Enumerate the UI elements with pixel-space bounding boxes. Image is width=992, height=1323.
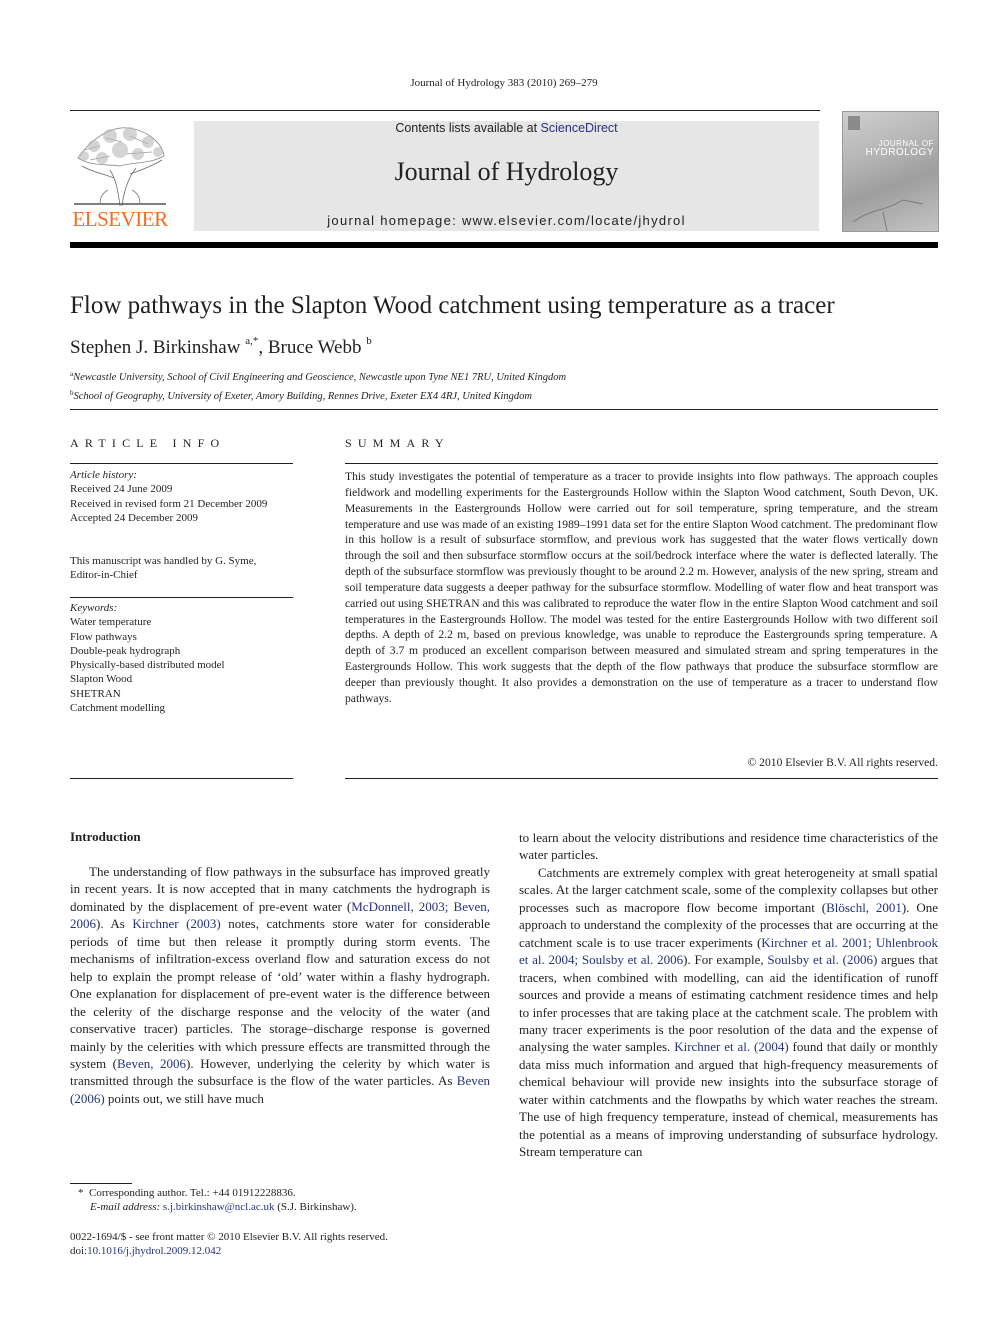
divider	[345, 778, 938, 779]
journal-homepage: journal homepage: www.elsevier.com/locat…	[194, 213, 819, 228]
affiliation-item: bSchool of Geography, University of Exet…	[70, 386, 566, 405]
header-rule	[70, 110, 820, 111]
author-separator: ,	[258, 337, 268, 358]
divider	[70, 597, 293, 598]
author-list: Stephen J. Birkinshaw a,*, Bruce Webb b	[70, 335, 372, 359]
summary-text: This study investigates the potential of…	[345, 470, 938, 705]
issn-line: 0022-1694/$ - see front matter © 2010 El…	[70, 1231, 388, 1243]
citation-link[interactable]: Blöschl, 2001	[826, 900, 902, 915]
text-run: points out, we still have much	[104, 1090, 264, 1106]
journal-cover-thumbnail[interactable]: JOURNAL OF HYDROLOGY	[842, 111, 939, 232]
corresponding-author-footnote: * Corresponding author. Tel.: +44 019122…	[70, 1186, 490, 1215]
affiliations: aNewcastle University, School of Civil E…	[70, 367, 566, 404]
keyword-item: Flow pathways	[70, 630, 137, 643]
footnote-rule	[70, 1183, 132, 1184]
copyright-notice: © 2010 Elsevier B.V. All rights reserved…	[747, 756, 938, 769]
text-run: notes, catchments store water for consid…	[70, 916, 491, 1071]
citation-link[interactable]: Soulsby et al. (2006)	[767, 952, 877, 967]
handled-by-note: This manuscript was handled by G. Syme, …	[70, 554, 300, 583]
contents-line: Contents lists available at ScienceDirec…	[194, 121, 819, 135]
running-head: Journal of Hydrology 383 (2010) 269–279	[410, 77, 598, 89]
author-name[interactable]: Bruce Webb	[268, 337, 362, 358]
text-run: found that daily or monthly data miss mu…	[519, 1039, 938, 1160]
author-affiliation-marker[interactable]: a,*	[245, 335, 258, 347]
author-name[interactable]: Stephen J. Birkinshaw	[70, 337, 240, 358]
elsevier-wordmark: ELSEVIER	[72, 207, 168, 231]
header-thick-rule	[70, 242, 938, 248]
affiliation-text: Newcastle University, School of Civil En…	[73, 372, 567, 383]
divider	[345, 463, 938, 464]
keyword-item: Water temperature	[70, 616, 152, 629]
history-item: Received in revised form 21 December 200…	[70, 497, 268, 510]
footnote-text: Corresponding author. Tel.: +44 01912228…	[89, 1187, 296, 1199]
email-label: E-mail address:	[90, 1201, 163, 1214]
article-history: Article history: Received 24 June 2009 R…	[70, 468, 300, 525]
homepage-label: journal homepage:	[327, 213, 462, 228]
keyword-item: Physically-based distributed model	[70, 659, 225, 672]
citation-link[interactable]: Kirchner et al. (2004)	[674, 1039, 788, 1054]
affiliation-item: aNewcastle University, School of Civil E…	[70, 367, 566, 386]
keyword-item: Double-peak hydrograph	[70, 644, 181, 657]
elsevier-tree-icon	[74, 127, 166, 207]
cover-crack-pattern-icon	[852, 199, 924, 231]
history-item: Received 24 June 2009	[70, 483, 173, 496]
section-heading-introduction: Introduction	[70, 829, 141, 844]
homepage-url[interactable]: www.elsevier.com/locate/jhydrol	[462, 213, 686, 228]
doi-label: doi:	[70, 1245, 88, 1258]
history-label: Article history:	[70, 469, 137, 481]
keyword-item: Catchment modelling	[70, 702, 166, 715]
article-info-heading: ARTICLE INFO	[70, 436, 226, 450]
text-run: ). As	[96, 916, 133, 932]
paragraph: Catchments are extremely complex with gr…	[519, 864, 938, 1161]
sciencedirect-link[interactable]: ScienceDirect	[541, 121, 618, 135]
history-item: Accepted 24 December 2009	[70, 511, 198, 524]
body-column-left: The understanding of flow pathways in th…	[70, 863, 490, 1107]
email-suffix: (S.J. Birkinshaw).	[274, 1201, 357, 1214]
handled-line: Editor-in-Chief	[70, 569, 138, 582]
keyword-item: Slapton Wood	[70, 673, 133, 686]
citation-link[interactable]: Beven, 2006	[117, 1056, 186, 1071]
paragraph: The understanding of flow pathways in th…	[70, 863, 490, 1107]
email-link[interactable]: s.j.birkinshaw@ncl.ac.uk	[163, 1201, 275, 1213]
article-title: Flow pathways in the Slapton Wood catchm…	[70, 292, 835, 319]
doi-link[interactable]: 10.1016/j.jhydrol.2009.12.042	[87, 1245, 221, 1257]
handled-line: This manuscript was handled by G. Syme,	[70, 555, 257, 567]
affiliation-text: School of Geography, University of Exete…	[73, 390, 533, 402]
citation-link[interactable]: Kirchner (2003)	[132, 916, 220, 931]
text-run: ). For example,	[683, 952, 768, 968]
divider	[70, 778, 293, 779]
footnote-marker: *	[78, 1187, 84, 1199]
author-affiliation-marker[interactable]: b	[366, 335, 372, 347]
contents-prefix: Contents lists available at	[395, 121, 541, 135]
divider	[70, 463, 293, 464]
title-rule	[70, 409, 938, 410]
issn-block: 0022-1694/$ - see front matter © 2010 El…	[70, 1230, 490, 1259]
keyword-item: SHETRAN	[70, 687, 121, 700]
paragraph: to learn about the velocity distribution…	[519, 830, 938, 863]
summary-heading: SUMMARY	[345, 436, 450, 450]
journal-masthead: Contents lists available at ScienceDirec…	[194, 121, 819, 231]
body-column-right: to learn about the velocity distribution…	[519, 829, 938, 1161]
keywords-label: Keywords:	[70, 602, 118, 614]
journal-name: Journal of Hydrology	[394, 157, 619, 186]
elsevier-logo[interactable]: ELSEVIER	[70, 120, 170, 232]
keywords: Keywords: Water temperature Flow pathway…	[70, 601, 300, 715]
